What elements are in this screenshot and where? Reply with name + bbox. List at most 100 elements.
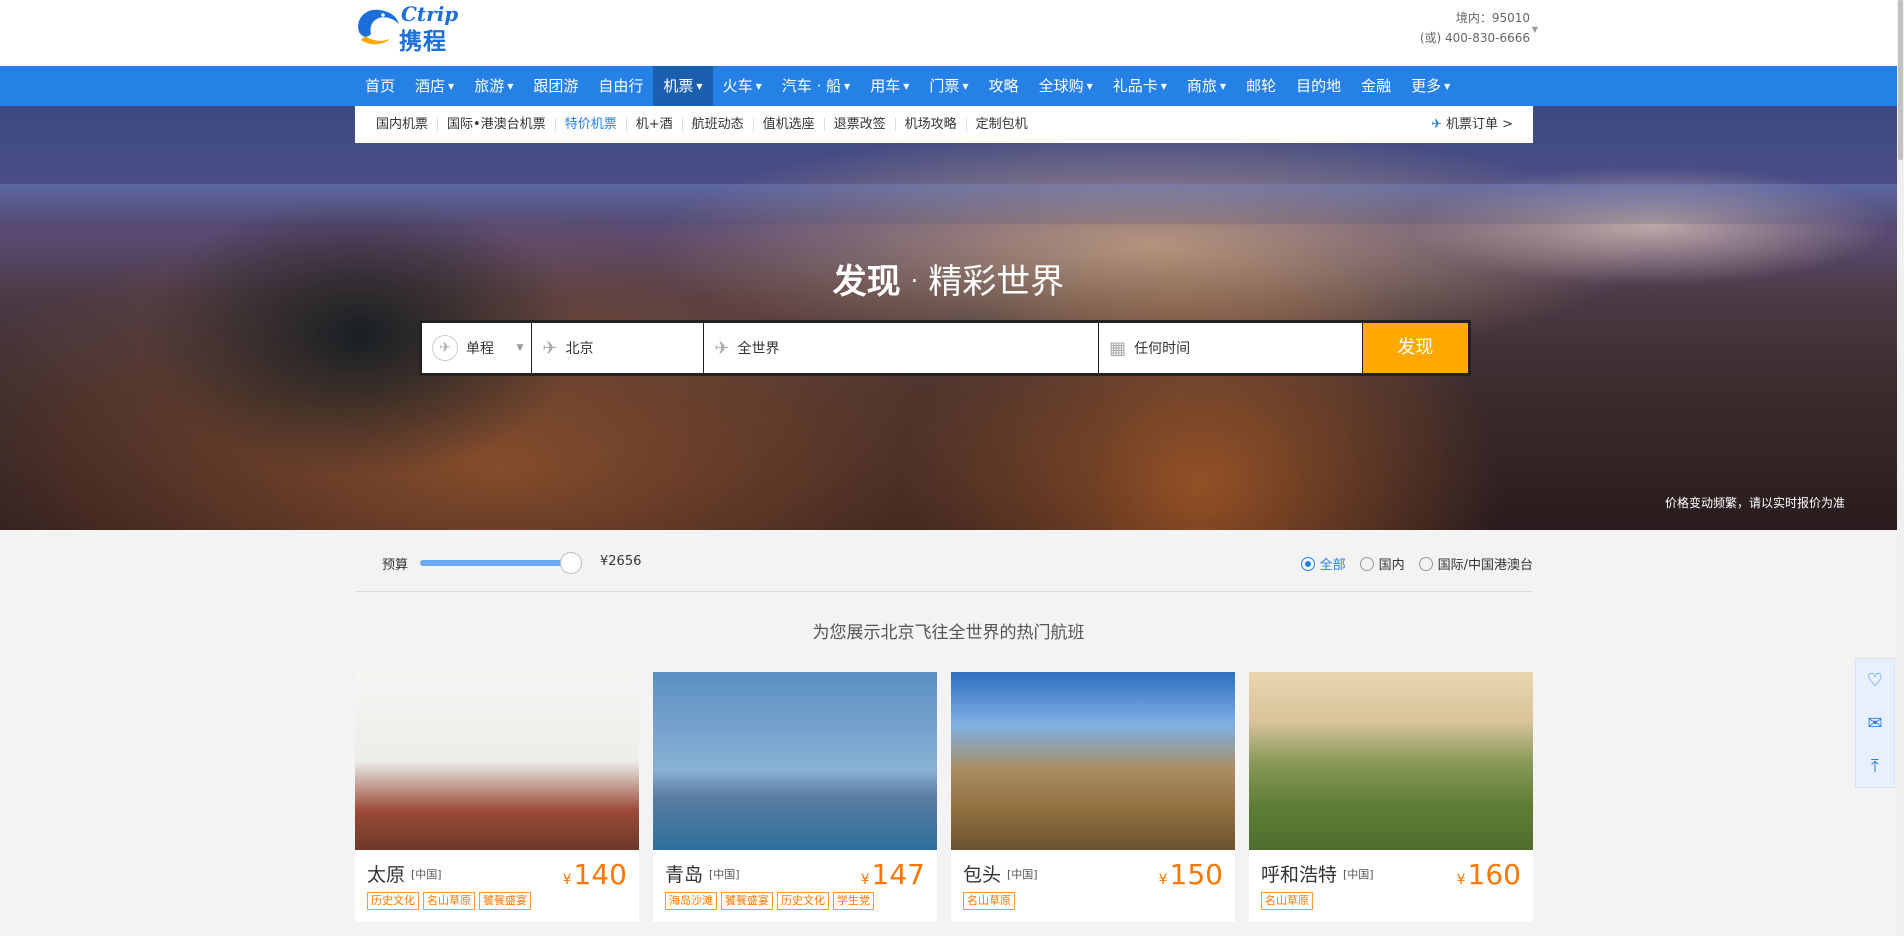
nav-item[interactable]: 酒店 ▼ [405, 66, 464, 106]
subnav-item[interactable]: 特价机票 [556, 118, 627, 131]
nav-item[interactable]: 跟团游 [523, 66, 588, 106]
departure-city-input[interactable]: ✈ 北京 [532, 323, 704, 373]
scope-radio[interactable]: 国内 [1359, 554, 1405, 573]
subnav-item[interactable]: 定制包机 [967, 118, 1037, 131]
subnav-item[interactable]: 国内机票 [367, 118, 439, 131]
top-header: Ctrip 携程 境内：95010 (或) 400-830-6666 ▼ [0, 0, 1897, 66]
nav-item[interactable]: 礼品卡 ▼ [1103, 66, 1177, 106]
nav-item[interactable]: 商旅 ▼ [1177, 66, 1236, 106]
flight-orders-link[interactable]: ✈ 机票订单 > [1431, 106, 1513, 143]
chevron-down-icon: ▼ [1160, 82, 1167, 91]
destination-tag[interactable]: 饕餮盛宴 [479, 892, 531, 910]
nav-item[interactable]: 全球购 ▼ [1029, 66, 1103, 106]
nav-item[interactable]: 金融 [1351, 66, 1401, 106]
destination-tag[interactable]: 学生党 [833, 892, 874, 910]
destination-tag[interactable]: 名山草原 [423, 892, 475, 910]
nav-item-label: 礼品卡 [1112, 77, 1158, 95]
destination-tag[interactable]: 名山草原 [1261, 892, 1313, 910]
destination-tags: 名山草原 [963, 892, 1019, 910]
destination-price: ¥147 [861, 858, 925, 891]
arrival-city-value: 全世界 [737, 341, 780, 357]
subnav-item[interactable]: 国际•港澳台机票 [438, 118, 556, 131]
nav-item[interactable]: 首页 [355, 66, 405, 106]
budget-slider-track[interactable] [420, 560, 572, 566]
budget-label: 预算 [382, 558, 409, 573]
flight-search-bar: ✈ 单程 ▼ ✈ 北京 ✈ 全世界 ▦ 任何时间 发现 [419, 320, 1471, 376]
scope-radio-label: 国际/中国港澳台 [1437, 558, 1533, 573]
section-title: 为您展示北京飞往全世界的热门航班 [812, 623, 1085, 643]
nav-item[interactable]: 机票 ▼ [653, 66, 713, 106]
destination-card[interactable]: 呼和浩特 [中国] ¥160 名山草原 [1249, 672, 1533, 922]
nav-item-label: 门票 [929, 77, 960, 95]
nav-item-label: 邮轮 [1246, 77, 1277, 95]
great-wall-photo[interactable] [1249, 672, 1533, 850]
pagoda-photo[interactable] [355, 672, 639, 850]
scope-radio[interactable]: 国际/中国港澳台 [1418, 554, 1533, 573]
nav-item[interactable]: 目的地 [1286, 66, 1351, 106]
price-value: 147 [871, 858, 925, 891]
nav-item[interactable]: 邮轮 [1236, 66, 1286, 106]
nav-item[interactable]: 自由行 [588, 66, 653, 106]
city-name: 呼和浩特 [1261, 864, 1338, 886]
destination-card[interactable]: 太原 [中国] ¥140 历史文化 名山草原 饕餮盛宴 [355, 672, 639, 922]
ctrip-logo[interactable]: Ctrip 携程 [353, 2, 475, 55]
arrival-city-input[interactable]: ✈ 全世界 [704, 323, 1099, 373]
hero-title-bold: 发现 [832, 262, 901, 302]
page: Ctrip 携程 境内：95010 (或) 400-830-6666 ▼ 首页酒… [0, 0, 1904, 936]
budget-slider-handle[interactable] [559, 552, 582, 574]
subnav-item[interactable]: 退票改签 [825, 118, 896, 131]
nav-item[interactable]: 门票 ▼ [919, 66, 978, 106]
destination-city: 青岛 [中国] [665, 860, 740, 887]
nav-item[interactable]: 更多 ▼ [1401, 66, 1460, 106]
subnav-item[interactable]: 值机选座 [754, 118, 825, 131]
nav-item[interactable]: 火车 ▼ [713, 66, 772, 106]
destination-card[interactable]: 青岛 [中国] ¥147 海岛沙滩 饕餮盛宴 历史文化 学生党 [653, 672, 937, 922]
nav-item-label: 攻略 [988, 77, 1019, 95]
discover-button[interactable]: 发现 [1362, 323, 1468, 373]
monastery-photo[interactable] [951, 672, 1235, 850]
nav-item[interactable]: 汽车 · 船 ▼ [772, 66, 860, 106]
destination-tag[interactable]: 名山草原 [963, 892, 1015, 910]
budget-value: ¥2656 [600, 554, 642, 569]
main-nav-list: 首页 酒店 ▼ 旅游 ▼ 跟团游 自由行 机票 ▼ 火车 ▼ 汽车 · 船 ▼ 用车 ▼ 门票 ▼ 攻略 全球购 ▼ 礼… [355, 66, 1460, 106]
heart-icon[interactable]: ♡ [1856, 659, 1894, 702]
radio-circle-icon [1300, 556, 1315, 571]
country-label: [中国] [1007, 868, 1038, 881]
back-to-top-icon[interactable]: ⤒ [1856, 745, 1894, 788]
nav-item-label: 自由行 [598, 77, 644, 95]
flight-orders-label: 机票订单 > [1445, 117, 1513, 132]
scope-radio[interactable]: 全部 [1300, 554, 1346, 573]
destination-city: 包头 [中国] [963, 860, 1038, 887]
nav-item-label: 全球购 [1038, 77, 1084, 95]
subnav-item[interactable]: 航班动态 [683, 118, 754, 131]
destination-tag[interactable]: 饕餮盛宴 [721, 892, 773, 910]
destination-card[interactable]: 包头 [中国] ¥150 名山草原 [951, 672, 1235, 922]
chevron-down-icon: ▼ [903, 82, 910, 91]
nav-item-label: 商旅 [1186, 77, 1217, 95]
chevron-down-icon: ▼ [844, 82, 851, 91]
subnav-items: 国内机票 国际•港澳台机票 特价机票 机+酒 航班动态 值机选座 退票改签 机场攻略 定制包机 [367, 106, 1037, 143]
departure-city-value: 北京 [565, 341, 594, 357]
radio-circle-icon [1418, 556, 1433, 571]
lighthouse-photo[interactable] [653, 672, 937, 850]
price-value: 160 [1467, 858, 1521, 891]
message-icon[interactable]: ✉ [1856, 702, 1894, 745]
subnav-item[interactable]: 机场攻略 [896, 118, 967, 131]
date-input[interactable]: ▦ 任何时间 [1099, 323, 1362, 373]
scope-radio-group: 全部 国内 国际/中国港澳台 [1287, 554, 1533, 573]
trip-type-select[interactable]: ✈ 单程 ▼ [422, 323, 532, 373]
nav-item-label: 金融 [1361, 77, 1392, 95]
chevron-down-icon: ▼ [962, 82, 969, 91]
destination-tag[interactable]: 历史文化 [777, 892, 829, 910]
subnav-item[interactable]: 机+酒 [627, 118, 683, 131]
nav-item[interactable]: 旅游 ▼ [464, 66, 523, 106]
scrollbar-thumb[interactable] [1898, 0, 1903, 160]
page-scrollbar[interactable] [1897, 0, 1904, 936]
nav-item[interactable]: 攻略 [979, 66, 1029, 106]
radio-circle-icon [1359, 556, 1374, 571]
destination-tag[interactable]: 历史文化 [367, 892, 419, 910]
nav-item[interactable]: 用车 ▼ [860, 66, 919, 106]
destination-tag[interactable]: 海岛沙滩 [665, 892, 717, 910]
hotline[interactable]: 境内：95010 (或) 400-830-6666 ▼ [1380, 8, 1538, 48]
city-name: 包头 [963, 864, 1002, 886]
